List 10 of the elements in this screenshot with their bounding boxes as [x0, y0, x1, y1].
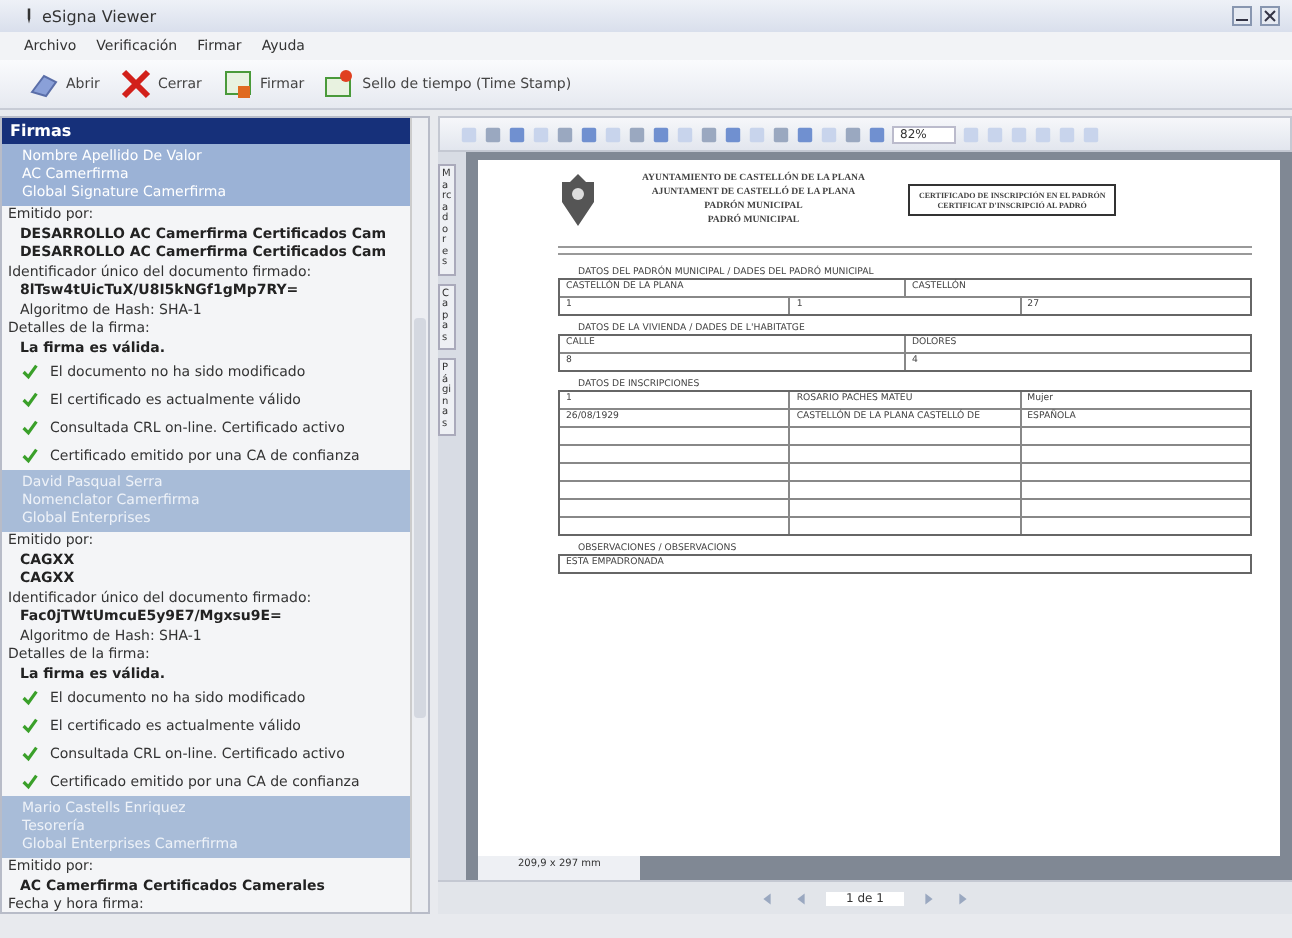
- document-icon: [221, 68, 254, 100]
- close-icon[interactable]: [1260, 6, 1280, 26]
- panel-header: Firmas: [2, 118, 410, 144]
- stamp-icon: [324, 68, 357, 100]
- coat-of-arms-icon: [558, 174, 598, 226]
- window-title: eSigna Viewer: [42, 7, 157, 25]
- minimize-icon[interactable]: [1232, 6, 1252, 26]
- scrollbar[interactable]: [410, 118, 428, 912]
- pen-icon: [24, 6, 34, 26]
- close-icon: [119, 68, 152, 100]
